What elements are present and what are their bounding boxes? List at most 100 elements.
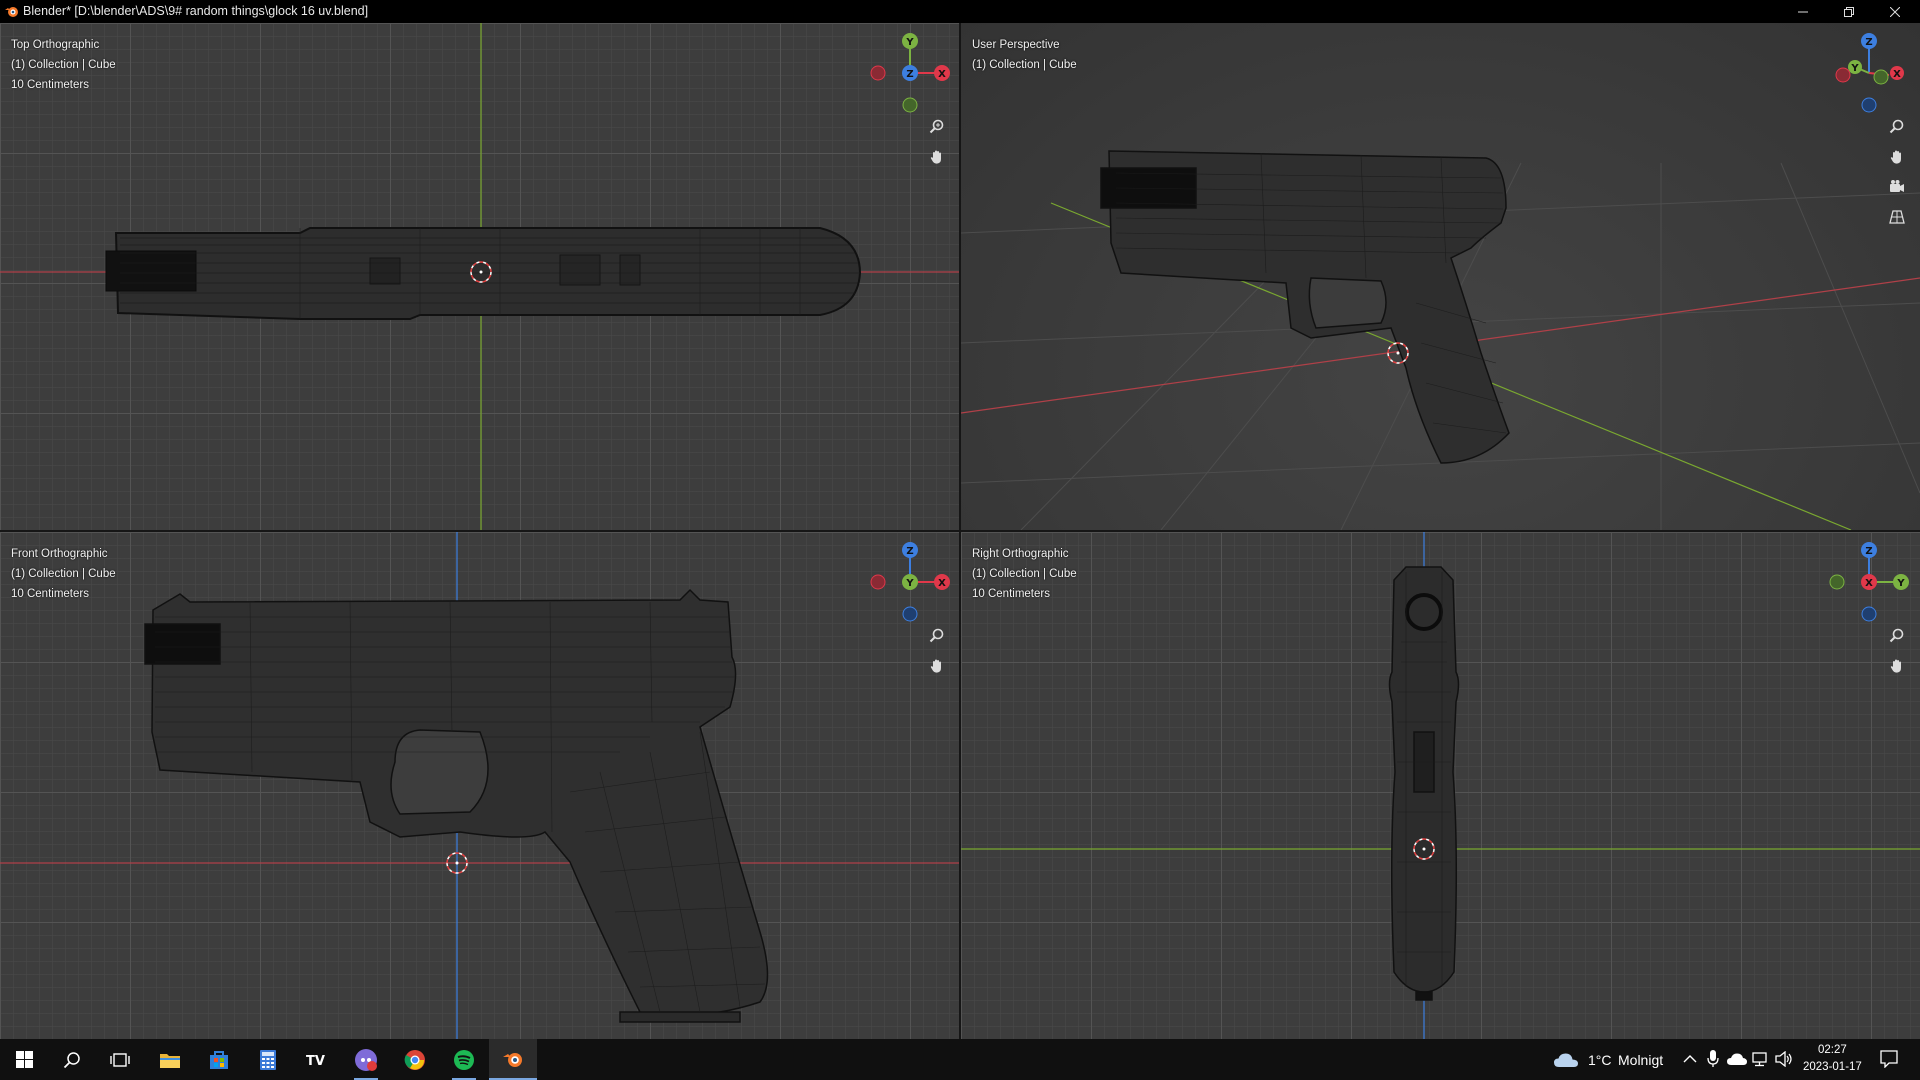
collection-label: (1) Collection | Cube (11, 59, 116, 71)
pan-button[interactable] (925, 654, 949, 678)
view-name: User Perspective (972, 39, 1060, 51)
notification-icon[interactable] (1880, 1050, 1898, 1068)
taskbar-chrome[interactable] (391, 1039, 439, 1080)
viewport-info-user: User Perspective (1) Collection | Cube (972, 35, 1077, 75)
pan-button[interactable] (1885, 145, 1909, 169)
camera-icon (1890, 180, 1904, 192)
viewport-right-orthographic[interactable]: Z Y X Right Orthographic (1) Collection … (961, 532, 1920, 1039)
taskbar-tidal[interactable]: TV (293, 1039, 341, 1080)
collection-label: (1) Collection | Cube (11, 568, 116, 580)
zoom-button[interactable] (1885, 115, 1909, 139)
taskbar-file-explorer[interactable] (146, 1039, 194, 1080)
restore-icon (1844, 6, 1854, 17)
hand-icon (930, 150, 941, 164)
svg-text:Y: Y (905, 37, 914, 48)
perspective-toggle-button[interactable] (1885, 205, 1909, 229)
network-icon[interactable] (1752, 1051, 1770, 1067)
task-view-icon (110, 1052, 130, 1067)
glock-wireframe-top (105, 227, 862, 320)
camera-view-button[interactable] (1885, 175, 1909, 199)
svg-text:Z: Z (1865, 546, 1872, 557)
hand-icon (1890, 150, 1901, 164)
restore-button[interactable] (1826, 0, 1872, 23)
svg-text:X: X (938, 578, 946, 589)
taskbar-store[interactable] (195, 1039, 243, 1080)
viewport-top-orthographic[interactable]: Y X Z Top Orthographic (1) Collection | … (0, 23, 959, 530)
viewport-user-perspective[interactable]: Z Y X User Perspective (1) Collection | … (961, 23, 1920, 530)
zoom-icon (1889, 628, 1904, 643)
svg-text:Z: Z (906, 546, 913, 557)
calculator-icon (260, 1049, 276, 1070)
blender-icon (503, 1052, 522, 1067)
grid-scale-label: 10 Centimeters (11, 79, 89, 91)
front-view-scene: Z X Y (0, 532, 959, 1039)
windows-start-icon (15, 1051, 33, 1068)
windows-taskbar: TV 1°C Molnigt 02:27 2023-01-17 (0, 1039, 1920, 1080)
window-title: Blender* [D:\blender\ADS\9# random thing… (23, 4, 369, 18)
svg-text:Z: Z (1865, 37, 1872, 48)
clock-date[interactable]: 2023-01-17 (1803, 1061, 1862, 1073)
view-name: Top Orthographic (11, 39, 100, 51)
close-button[interactable] (1872, 0, 1918, 23)
top-view-scene: Y X Z (0, 23, 959, 530)
chrome-icon (404, 1049, 425, 1070)
zoom-icon (929, 628, 944, 643)
view-name: Right Orthographic (972, 548, 1069, 560)
spotify-icon (454, 1049, 474, 1070)
taskbar-blender[interactable] (489, 1039, 537, 1080)
viewport-area: Y X Z Top Orthographic (1) Collection | … (0, 23, 1920, 1039)
svg-text:Y: Y (1896, 578, 1905, 589)
grid-scale-label: 10 Centimeters (11, 588, 89, 600)
task-view-button[interactable] (96, 1039, 144, 1080)
speaker-icon[interactable] (1775, 1051, 1793, 1067)
svg-text:Z: Z (906, 69, 913, 80)
taskbar-spotify[interactable] (440, 1039, 488, 1080)
onedrive-icon[interactable] (1727, 1052, 1747, 1066)
viewport-info-right: Right Orthographic (1) Collection | Cube… (972, 544, 1077, 604)
svg-text:X: X (1865, 578, 1873, 589)
weather-desc[interactable]: Molnigt (1618, 1052, 1663, 1068)
navigation-gizmo: Y X Z (870, 33, 950, 113)
svg-text:Y: Y (1850, 63, 1859, 74)
svg-text:X: X (1893, 69, 1901, 80)
window-titlebar: Blender* [D:\blender\ADS\9# random thing… (0, 0, 1920, 23)
minimize-icon (1798, 11, 1808, 12)
right-view-scene: Z Y X (961, 532, 1920, 1039)
taskbar-discord[interactable] (342, 1039, 390, 1080)
chevron-up-icon[interactable] (1683, 1054, 1697, 1064)
navigation-gizmo: Z X Y (870, 542, 950, 622)
svg-text:Y: Y (905, 578, 914, 589)
viewport-info-front: Front Orthographic (1) Collection | Cube… (11, 544, 116, 604)
taskbar-calculator[interactable] (244, 1039, 292, 1080)
hand-icon (930, 659, 941, 673)
zoom-button[interactable] (1885, 624, 1909, 648)
viewport-info-top: Top Orthographic (1) Collection | Cube 1… (11, 35, 116, 95)
svg-text:TV: TV (306, 1054, 325, 1067)
svg-text:X: X (938, 69, 946, 80)
blender-icon (5, 7, 18, 17)
weather-cloud-icon (1554, 1053, 1578, 1067)
minimize-button[interactable] (1780, 0, 1826, 23)
navigation-gizmo: Z Y X (1835, 33, 1904, 113)
viewport-front-orthographic[interactable]: Z X Y Front Orthographic (1) Collection … (0, 532, 959, 1039)
weather-temp[interactable]: 1°C (1588, 1052, 1612, 1068)
discord-icon (355, 1048, 377, 1071)
file-explorer-icon (160, 1053, 180, 1068)
zoom-icon (929, 119, 944, 134)
search-button[interactable] (48, 1039, 96, 1080)
glock-wireframe-right (1388, 566, 1460, 1001)
view-name: Front Orthographic (11, 548, 108, 560)
clock-time[interactable]: 02:27 (1818, 1044, 1847, 1056)
microphone-icon[interactable] (1707, 1050, 1719, 1068)
start-button[interactable] (0, 1039, 48, 1080)
search-icon (63, 1051, 80, 1068)
zoom-button[interactable] (925, 624, 949, 648)
pan-button[interactable] (925, 145, 949, 169)
zoom-button[interactable] (925, 115, 949, 139)
store-icon (210, 1050, 228, 1069)
grid-perspective-icon (1889, 210, 1905, 224)
pan-button[interactable] (1885, 654, 1909, 678)
perspective-scene: Z Y X (961, 33, 1920, 530)
grid-scale-label: 10 Centimeters (972, 588, 1050, 600)
collection-label: (1) Collection | Cube (972, 59, 1077, 71)
